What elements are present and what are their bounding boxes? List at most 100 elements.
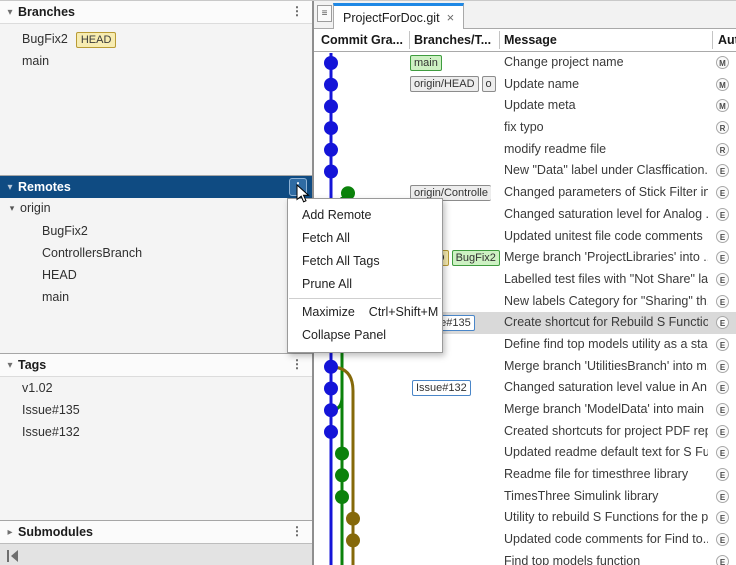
list-item[interactable]: main: [0, 286, 312, 308]
tab-list-button[interactable]: ≡: [317, 5, 332, 22]
author-initial-badge: E: [716, 360, 729, 373]
local-badge: main: [410, 55, 442, 71]
commit-row[interactable]: Readme file for timesthree library E: [314, 464, 736, 486]
context-menu-item[interactable]: Prune All: [288, 273, 442, 296]
commit-message: Changed parameters of Stick Filter in ..…: [504, 182, 708, 204]
commit-author: E: [716, 403, 729, 416]
item-label: BugFix2: [42, 224, 88, 238]
commit-message: Update meta: [504, 95, 708, 117]
commit-row[interactable]: Created shortcuts for project PDF rep...…: [314, 421, 736, 443]
list-item[interactable]: Issue#135: [0, 399, 312, 421]
commit-table-header: Commit Gra... Branches/T... Message Aut: [314, 29, 736, 52]
column-divider[interactable]: [499, 31, 500, 49]
remote-origin-node[interactable]: ▾ origin: [0, 198, 312, 220]
commit-row[interactable]: main Change project name M: [314, 52, 736, 74]
git-repository-window: ▾ Branches ⋮ BugFix2HEAD main ▾ Remotes …: [0, 0, 736, 565]
commit-message: New labels Category for "Sharing" th...: [504, 291, 708, 313]
tags-panel-header[interactable]: ▾ Tags ⋮: [0, 354, 312, 377]
menu-item-label: Collapse Panel: [302, 324, 386, 347]
expand-arrow-icon[interactable]: ▾: [4, 198, 20, 220]
context-menu-item[interactable]: Add Remote: [288, 204, 442, 227]
commit-author: R: [716, 143, 729, 156]
commit-author: E: [716, 295, 729, 308]
author-initial-badge: E: [716, 381, 729, 394]
commit-message: Merge branch 'UtilitiesBranch' into m...: [504, 356, 708, 378]
context-menu-item[interactable]: Fetch All: [288, 227, 442, 250]
commit-row[interactable]: fix typo R: [314, 117, 736, 139]
context-menu-item[interactable]: Maximize Ctrl+Shift+M: [288, 301, 442, 324]
column-divider[interactable]: [409, 31, 410, 49]
column-header-message[interactable]: Message: [504, 29, 704, 51]
commit-message: Changed saturation level for Analog ...: [504, 204, 708, 226]
item-label: HEAD: [42, 268, 77, 282]
remotes-tree: ▾ origin BugFix2 ControllersBranch HEAD …: [0, 198, 312, 353]
branches-panel-header[interactable]: ▾ Branches ⋮: [0, 1, 312, 24]
author-initial-badge: E: [716, 555, 729, 565]
expand-arrow-icon[interactable]: ▾: [2, 182, 18, 193]
commit-row[interactable]: Updated code comments for Find to... E: [314, 529, 736, 551]
commit-row[interactable]: Updated readme default text for S Fu... …: [314, 442, 736, 464]
remote-badge: o: [482, 76, 496, 92]
list-item[interactable]: HEAD: [0, 264, 312, 286]
commit-author: M: [716, 56, 729, 69]
column-header-commit-graph[interactable]: Commit Gra...: [321, 29, 406, 51]
list-item[interactable]: BugFix2: [0, 220, 312, 242]
author-initial-badge: R: [716, 121, 729, 134]
tags-kebab-icon[interactable]: ⋮: [288, 356, 306, 374]
menu-separator: [289, 298, 441, 299]
list-item[interactable]: ControllersBranch: [0, 242, 312, 264]
tags-panel-title: Tags: [18, 358, 46, 372]
item-label: BugFix2: [22, 32, 68, 46]
branches-kebab-icon[interactable]: ⋮: [288, 3, 306, 21]
commit-row[interactable]: TimesThree Simulink library E: [314, 486, 736, 508]
commit-author: E: [716, 208, 729, 221]
expand-arrow-icon[interactable]: ▾: [2, 7, 18, 18]
menu-item-label: Fetch All Tags: [302, 250, 380, 273]
collapsed-arrow-icon[interactable]: ▸: [2, 527, 18, 538]
commit-message: Create shortcut for Rebuild S Functions: [504, 312, 708, 334]
collapse-sidebar-icon[interactable]: [6, 549, 22, 563]
author-initial-badge: E: [716, 338, 729, 351]
commit-row[interactable]: New "Data" label under Clasffication. ..…: [314, 160, 736, 182]
column-divider[interactable]: [712, 31, 713, 49]
commit-message: Created shortcuts for project PDF rep...: [504, 421, 708, 443]
commit-row[interactable]: Merge branch 'UtilitiesBranch' into m...…: [314, 356, 736, 378]
commit-message: Merge branch 'ProjectLibraries' into ...: [504, 247, 708, 269]
commit-row[interactable]: origin/HEADo Update name M: [314, 74, 736, 96]
tab-projectfordoc[interactable]: ProjectForDoc.git ×: [333, 3, 464, 29]
commit-author: E: [716, 533, 729, 546]
context-menu-item[interactable]: Fetch All Tags: [288, 250, 442, 273]
menu-item-label: Add Remote: [302, 204, 371, 227]
remotes-panel-header[interactable]: ▾ Remotes ⋮: [0, 176, 312, 198]
close-tab-icon[interactable]: ×: [447, 10, 455, 25]
remote-branches-list: BugFix2 ControllersBranch HEAD main: [0, 220, 312, 308]
list-item[interactable]: main: [0, 50, 312, 72]
commit-row[interactable]: Find top models function E: [314, 551, 736, 565]
list-item[interactable]: v1.02: [0, 377, 312, 399]
submodules-panel: ▸ Submodules ⋮: [0, 520, 312, 543]
commit-row[interactable]: Update meta M: [314, 95, 736, 117]
column-header-branches-tags[interactable]: Branches/T...: [414, 29, 496, 51]
commit-row[interactable]: Issue#132 Changed saturation level value…: [314, 377, 736, 399]
expand-arrow-icon[interactable]: ▾: [2, 360, 18, 371]
commit-message: Updated unitest file code comments: [504, 226, 708, 248]
context-menu-item[interactable]: Collapse Panel: [288, 324, 442, 347]
submodules-panel-title: Submodules: [18, 525, 93, 539]
commit-row[interactable]: Utility to rebuild S Functions for the p…: [314, 507, 736, 529]
list-item[interactable]: Issue#132: [0, 421, 312, 443]
sidebar: ▾ Branches ⋮ BugFix2HEAD main ▾ Remotes …: [0, 1, 313, 565]
submodules-panel-header[interactable]: ▸ Submodules ⋮: [0, 521, 312, 544]
commit-message: Labelled test files with "Not Share" la.…: [504, 269, 708, 291]
commit-row[interactable]: modify readme file R: [314, 139, 736, 161]
commit-author: E: [716, 555, 729, 565]
column-header-author[interactable]: Aut: [718, 29, 736, 51]
commit-message: modify readme file: [504, 139, 708, 161]
remotes-kebab-button[interactable]: ⋮: [289, 178, 307, 196]
submodules-kebab-icon[interactable]: ⋮: [288, 523, 306, 541]
author-initial-badge: M: [716, 78, 729, 91]
commit-author: E: [716, 338, 729, 351]
list-item[interactable]: BugFix2HEAD: [0, 28, 312, 50]
commit-message: New "Data" label under Clasffication. ..…: [504, 160, 708, 182]
commit-author: E: [716, 511, 729, 524]
commit-row[interactable]: Merge branch 'ModelData' into main E: [314, 399, 736, 421]
